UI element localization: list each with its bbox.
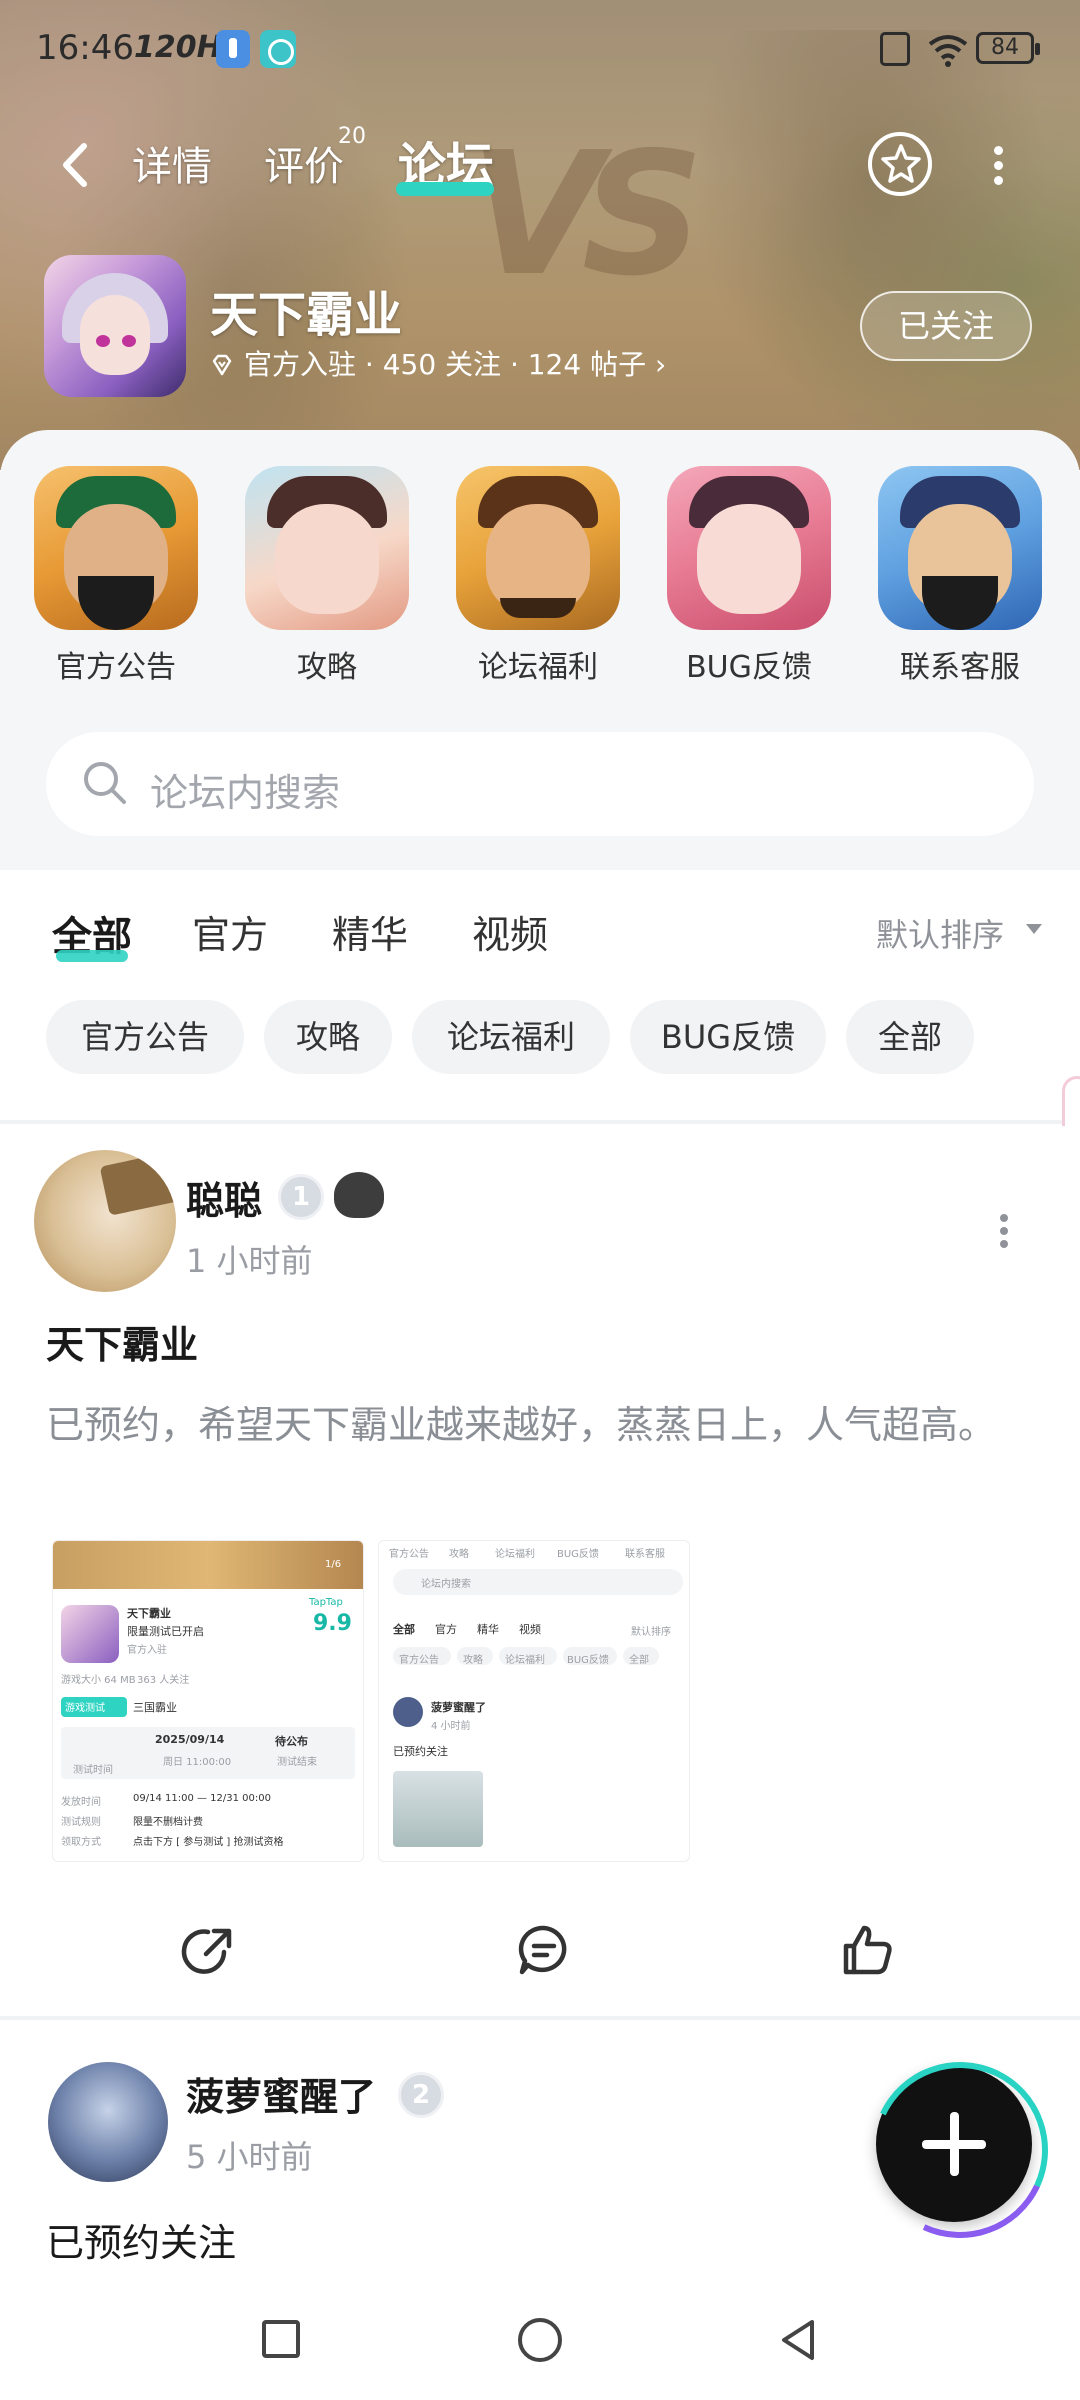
avatar[interactable] bbox=[34, 1150, 176, 1292]
divider bbox=[0, 1120, 1080, 1124]
shortcut-official-announcement[interactable]: 官方公告 bbox=[16, 466, 216, 686]
battery-indicator: 84 bbox=[976, 32, 1040, 64]
chip-all[interactable]: 全部 bbox=[846, 1000, 974, 1074]
avatar[interactable] bbox=[48, 2062, 168, 2182]
hero-banner: VS 16:46 120Hz 84 详情 评价 20 论坛 天下霸业 官方入驻 … bbox=[0, 0, 1080, 470]
new-post-plus-button[interactable] bbox=[876, 2066, 1032, 2222]
shortcut-bug-feedback[interactable]: BUG反馈 bbox=[649, 466, 849, 686]
chip-forum-welfare[interactable]: 论坛福利 bbox=[412, 1000, 610, 1074]
filter-tab-video[interactable]: 视频 bbox=[472, 904, 548, 959]
verified-diamond-icon bbox=[212, 354, 232, 376]
post-image-game-detail[interactable]: 1/6 天下霸业 限量测试已开启 官方入驻 TapTap 9.9 游戏大小 64… bbox=[52, 1540, 364, 1862]
post-body[interactable]: 已预约关注 bbox=[46, 2212, 236, 2267]
category-chips: 官方公告 攻略 论坛福利 BUG反馈 全部 bbox=[0, 1000, 1080, 1080]
comment-icon[interactable] bbox=[514, 1920, 574, 1980]
maiden-avatar-icon bbox=[667, 466, 831, 630]
game-header: 天下霸业 官方入驻 · 450 关注 · 124 帖子 › 已关注 bbox=[0, 255, 1080, 405]
shortcut-label: 攻略 bbox=[297, 650, 357, 685]
filter-tab-official[interactable]: 官方 bbox=[192, 904, 268, 959]
back-arrow-icon[interactable] bbox=[56, 140, 96, 190]
shortcut-label: 联系客服 bbox=[900, 650, 1020, 685]
post-body[interactable]: 已预约，希望天下霸业越来越好，蒸蒸日上，人气超高。 bbox=[46, 1388, 1006, 1462]
shortcut-label: BUG反馈 bbox=[686, 650, 812, 685]
recent-apps-icon[interactable] bbox=[262, 2320, 300, 2358]
shortcut-guide[interactable]: 攻略 bbox=[227, 466, 427, 686]
shortcut-forum-welfare[interactable]: 论坛福利 bbox=[438, 466, 638, 686]
forum-post[interactable]: 聪聪 1 1 小时前 天下霸业 已预约，希望天下霸业越来越好，蒸蒸日上，人气超高… bbox=[0, 1126, 1080, 2016]
game-meta-link[interactable]: 官方入驻 · 450 关注 · 124 帖子 › bbox=[210, 343, 666, 383]
share-icon[interactable] bbox=[180, 1920, 240, 1980]
active-filter-indicator bbox=[56, 950, 128, 962]
zhao-yun-avatar-icon bbox=[456, 466, 620, 630]
medal-icon bbox=[334, 1172, 384, 1218]
post-time: 1 小时前 bbox=[186, 1242, 313, 1280]
level-badge-icon: 1 bbox=[278, 1174, 324, 1220]
status-time: 16:46 bbox=[36, 28, 134, 68]
diao-chan-avatar-icon bbox=[245, 466, 409, 630]
active-tab-indicator bbox=[396, 182, 494, 196]
caret-down-icon[interactable] bbox=[1026, 924, 1042, 934]
home-icon[interactable] bbox=[518, 2318, 562, 2362]
guan-yu-avatar-icon bbox=[34, 466, 198, 630]
post-time: 5 小时前 bbox=[186, 2138, 313, 2176]
app-notification-icon bbox=[260, 30, 296, 68]
tab-reviews[interactable]: 评价 bbox=[264, 134, 344, 192]
game-meta-text: 官方入驻 · 450 关注 · 124 帖子 › bbox=[244, 348, 667, 381]
vibrate-icon bbox=[880, 32, 910, 66]
author-name[interactable]: 聪聪 bbox=[186, 1170, 262, 1225]
game-icon[interactable] bbox=[44, 255, 186, 397]
game-title: 天下霸业 bbox=[210, 287, 403, 343]
back-triangle-icon[interactable] bbox=[776, 2316, 820, 2364]
search-placeholder: 论坛内搜索 bbox=[150, 771, 341, 815]
status-bar: 16:46 120Hz 84 bbox=[0, 22, 1080, 78]
chip-guide[interactable]: 攻略 bbox=[264, 1000, 392, 1074]
search-icon bbox=[84, 762, 126, 804]
more-options-icon[interactable] bbox=[990, 146, 1006, 186]
zhang-fei-avatar-icon bbox=[878, 466, 1042, 630]
author-name[interactable]: 菠萝蜜醒了 bbox=[186, 2066, 376, 2121]
tab-details[interactable]: 详情 bbox=[132, 134, 212, 192]
forum-shortcut-card: 官方公告 攻略 论坛福利 BUG反馈 联系客服 论坛内搜索 bbox=[0, 430, 1080, 870]
wifi-icon bbox=[928, 35, 968, 67]
post-images: 1/6 天下霸业 限量测试已开启 官方入驻 TapTap 9.9 游戏大小 64… bbox=[52, 1540, 702, 1862]
post-action-bar bbox=[0, 1906, 1080, 2006]
level-badge-icon: 2 bbox=[398, 2072, 444, 2118]
follow-button[interactable]: 已关注 bbox=[860, 291, 1032, 361]
download-notification-icon bbox=[216, 30, 250, 68]
post-title[interactable]: 天下霸业 bbox=[46, 1314, 198, 1369]
system-navigation-bar bbox=[0, 2280, 1080, 2400]
sort-dropdown[interactable]: 默认排序 bbox=[876, 910, 1004, 956]
shortcut-customer-service[interactable]: 联系客服 bbox=[860, 466, 1060, 686]
forum-search-input[interactable]: 论坛内搜索 bbox=[46, 732, 1034, 836]
filter-tab-featured[interactable]: 精华 bbox=[332, 904, 408, 959]
shortcut-label: 官方公告 bbox=[56, 650, 176, 685]
top-nav: 详情 评价 20 论坛 bbox=[0, 120, 1080, 210]
post-filter-bar: 全部 官方 精华 视频 默认排序 官方公告 攻略 论坛福利 BUG反馈 全部 bbox=[0, 870, 1080, 1120]
post-image-forum-view[interactable]: 官方公告 攻略 论坛福利 BUG反馈 联系客服 论坛内搜索 全部 官方 精华 视… bbox=[378, 1540, 690, 1862]
like-thumb-icon[interactable] bbox=[838, 1920, 898, 1980]
favorite-star-icon[interactable] bbox=[868, 132, 932, 196]
post-menu-icon[interactable] bbox=[998, 1214, 1010, 1250]
chip-bug-feedback[interactable]: BUG反馈 bbox=[630, 1000, 826, 1074]
shortcut-label: 论坛福利 bbox=[478, 650, 598, 685]
review-count-badge: 20 bbox=[338, 124, 366, 149]
chip-official-announcement[interactable]: 官方公告 bbox=[46, 1000, 244, 1074]
shortcut-row: 官方公告 攻略 论坛福利 BUG反馈 联系客服 bbox=[0, 466, 1080, 706]
